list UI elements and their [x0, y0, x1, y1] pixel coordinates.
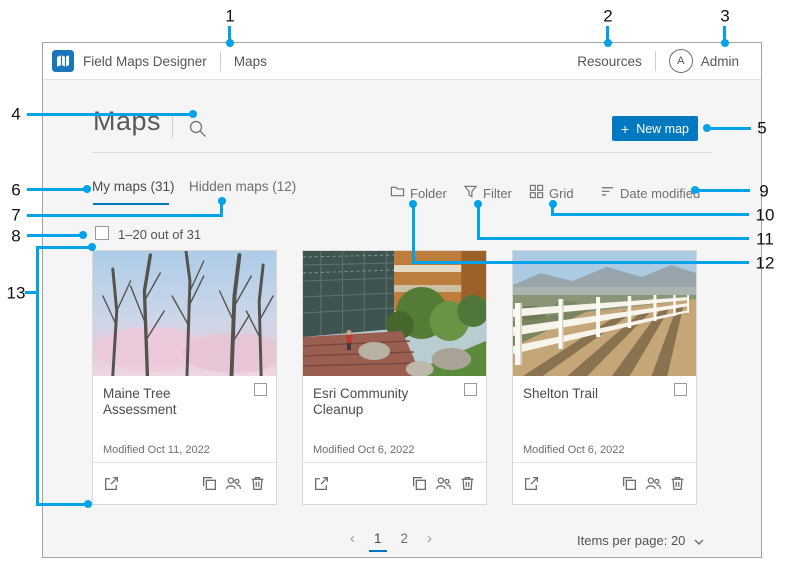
- folder-button[interactable]: Folder: [390, 184, 447, 202]
- app-header: Field Maps Designer Maps Resources A Adm…: [43, 43, 761, 80]
- callout-number: 1: [225, 8, 234, 25]
- filter-label: Filter: [483, 186, 512, 201]
- callout-number: 4: [11, 106, 20, 123]
- card-footer: [93, 462, 276, 504]
- username-label[interactable]: Admin: [701, 54, 739, 69]
- page-title: Maps: [93, 106, 161, 137]
- card-actions: [621, 475, 686, 492]
- callout-line: [723, 26, 726, 43]
- filter-icon: [463, 184, 478, 202]
- field-maps-logo-icon: [52, 50, 74, 72]
- share-members-icon[interactable]: [645, 475, 662, 492]
- map-modified-date: Modified Oct 6, 2022: [523, 444, 625, 456]
- tab-my-maps[interactable]: My maps (31): [92, 179, 175, 194]
- items-per-page-label: Items per page: 20: [577, 533, 685, 548]
- chevron-down-icon: [694, 533, 704, 548]
- trash-icon[interactable]: [459, 475, 476, 492]
- selection-range-label: 1–20 out of 31: [118, 227, 201, 242]
- trash-icon[interactable]: [249, 475, 266, 492]
- grid-label: Grid: [549, 186, 574, 201]
- tab-hidden-maps[interactable]: Hidden maps (12): [189, 179, 296, 194]
- select-all-checkbox[interactable]: [95, 226, 109, 240]
- card-body: Maine Tree Assessment Modified Oct 11, 2…: [93, 376, 276, 464]
- filter-button[interactable]: Filter: [463, 184, 512, 202]
- nav-item-maps[interactable]: Maps: [234, 54, 267, 69]
- card-actions: [201, 475, 266, 492]
- card-body: Esri Community Cleanup Modified Oct 6, 2…: [303, 376, 486, 464]
- page-next-button[interactable]: ›: [425, 530, 434, 549]
- callout-number: 3: [720, 8, 729, 25]
- card-footer: [513, 462, 696, 504]
- sort-button[interactable]: Date modified: [600, 184, 700, 202]
- search-icon[interactable]: [188, 119, 208, 139]
- resources-link[interactable]: Resources: [577, 54, 642, 69]
- callout-number: 8: [11, 228, 20, 245]
- sort-icon: [600, 184, 615, 202]
- callout-line: [228, 26, 231, 43]
- callout-number: 13: [7, 285, 26, 302]
- map-title[interactable]: Maine Tree Assessment: [103, 386, 246, 418]
- folder-label: Folder: [410, 186, 447, 201]
- callout-number: 2: [603, 8, 612, 25]
- map-thumbnail[interactable]: [93, 251, 276, 376]
- app-title: Field Maps Designer: [83, 54, 207, 69]
- map-modified-date: Modified Oct 11, 2022: [103, 444, 210, 456]
- card-footer: [303, 462, 486, 504]
- share-members-icon[interactable]: [225, 475, 242, 492]
- avatar[interactable]: A: [669, 49, 693, 73]
- page-frame: Field Maps Designer Maps Resources A Adm…: [42, 42, 762, 558]
- map-select-checkbox[interactable]: [254, 383, 267, 396]
- page-button-2[interactable]: 2: [399, 530, 411, 547]
- grid-view-button[interactable]: Grid: [529, 184, 574, 202]
- header-divider: [220, 51, 221, 71]
- trash-icon[interactable]: [669, 475, 686, 492]
- map-card: Maine Tree Assessment Modified Oct 11, 2…: [92, 250, 277, 505]
- callout-line: [36, 246, 39, 506]
- map-select-checkbox[interactable]: [464, 383, 477, 396]
- map-card: Esri Community Cleanup Modified Oct 6, 2…: [302, 250, 487, 505]
- map-title[interactable]: Esri Community Cleanup: [313, 386, 456, 418]
- open-map-icon[interactable]: [103, 475, 120, 492]
- page-button-1[interactable]: 1: [372, 530, 384, 547]
- title-rule: [92, 152, 712, 153]
- items-per-page-select[interactable]: Items per page: 20: [577, 533, 704, 548]
- map-select-checkbox[interactable]: [674, 383, 687, 396]
- map-thumbnail[interactable]: [513, 251, 696, 376]
- header-right: Resources A Admin: [577, 49, 739, 73]
- map-card: Shelton Trail Modified Oct 6, 2022: [512, 250, 697, 505]
- grid-icon: [529, 184, 544, 202]
- open-map-icon[interactable]: [523, 475, 540, 492]
- new-map-label: New map: [636, 122, 689, 136]
- header-divider: [655, 51, 656, 71]
- card-actions: [411, 475, 476, 492]
- callout-number: 6: [11, 182, 20, 199]
- avatar-initial: A: [677, 55, 684, 67]
- pagination: ‹ 1 2 ›: [348, 530, 434, 549]
- map-thumbnail[interactable]: [303, 251, 486, 376]
- card-body: Shelton Trail Modified Oct 6, 2022: [513, 376, 696, 464]
- duplicate-icon[interactable]: [201, 475, 218, 492]
- new-map-button[interactable]: + New map: [612, 116, 698, 141]
- callout-line: [25, 291, 38, 294]
- sort-label: Date modified: [620, 186, 700, 201]
- duplicate-icon[interactable]: [411, 475, 428, 492]
- map-modified-date: Modified Oct 6, 2022: [313, 444, 415, 456]
- open-map-icon[interactable]: [313, 475, 330, 492]
- share-members-icon[interactable]: [435, 475, 452, 492]
- folder-icon: [390, 184, 405, 202]
- active-tab-indicator: [93, 203, 169, 205]
- plus-icon: +: [621, 122, 629, 136]
- duplicate-icon[interactable]: [621, 475, 638, 492]
- map-title[interactable]: Shelton Trail: [523, 386, 666, 402]
- page-prev-button[interactable]: ‹: [348, 530, 357, 549]
- callout-number: 7: [11, 207, 20, 224]
- callout-line: [606, 26, 609, 43]
- title-divider: [172, 114, 173, 138]
